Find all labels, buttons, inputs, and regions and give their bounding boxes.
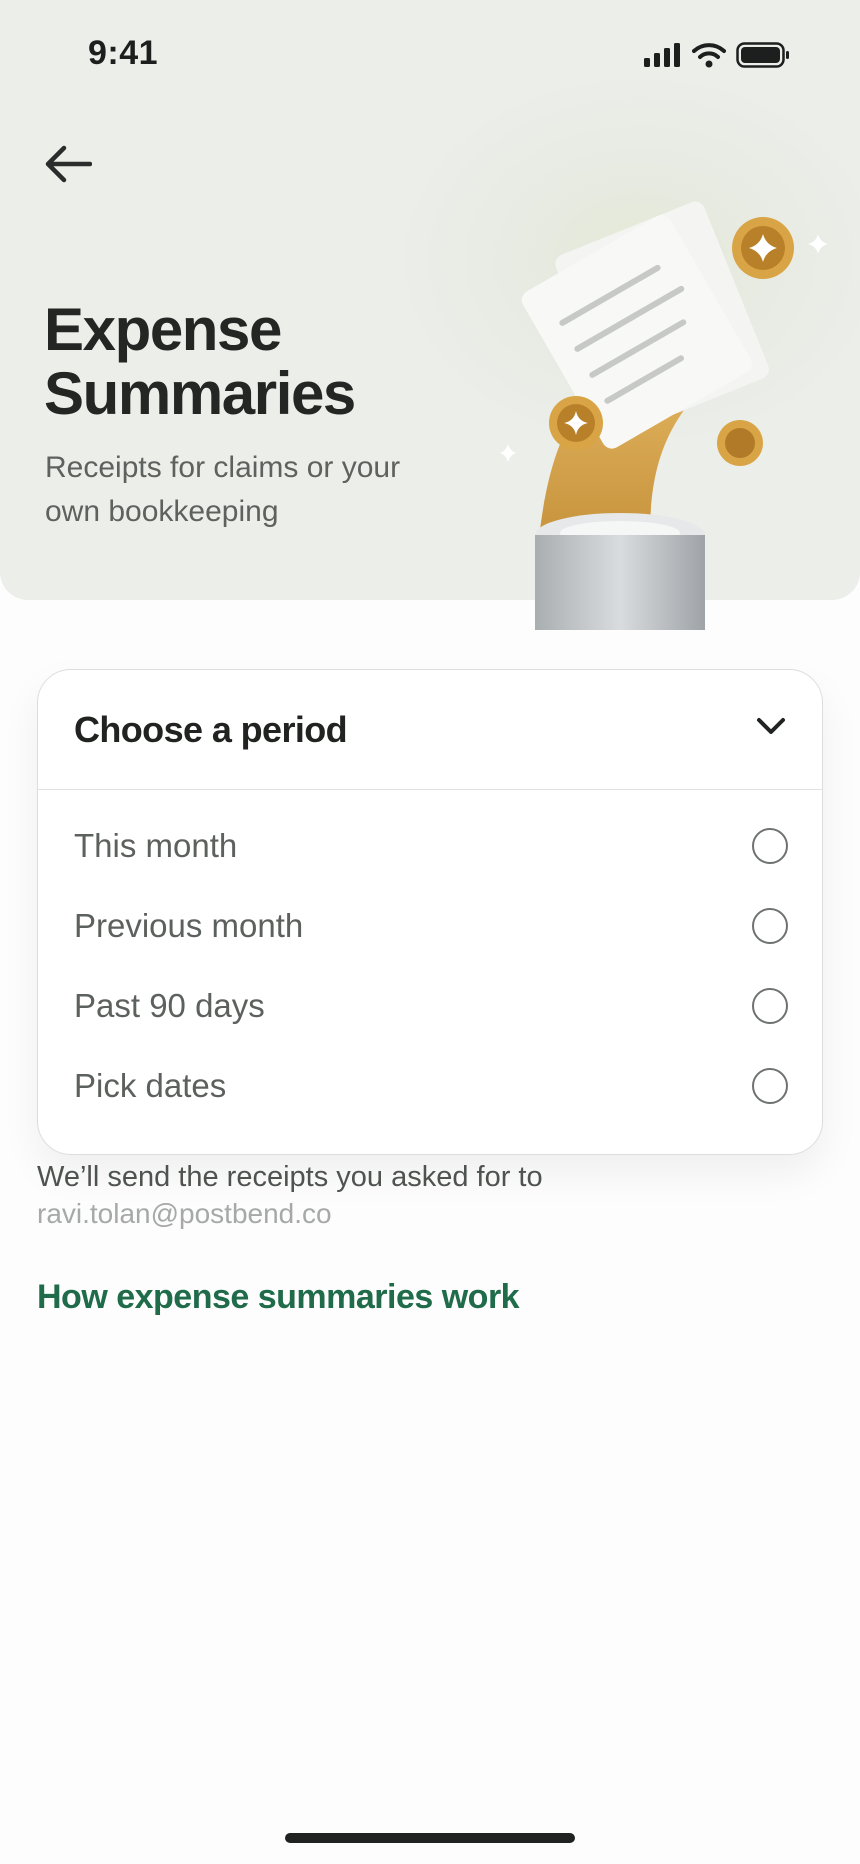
page-title-line2: Summaries: [44, 360, 356, 427]
battery-icon: [736, 42, 789, 68]
chevron-down-icon: [757, 718, 785, 734]
period-option-label: Past 90 days: [74, 987, 265, 1024]
radio-button[interactable]: [752, 908, 788, 944]
cellular-signal-icon: [644, 43, 680, 67]
receipts-illustration-icon: [500, 201, 828, 630]
radio-button[interactable]: [752, 988, 788, 1024]
period-option-label: Pick dates: [74, 1067, 227, 1104]
period-picker-header[interactable]: Choose a period: [38, 670, 822, 790]
period-picker-title: Choose a period: [74, 708, 348, 750]
period-option-this-month[interactable]: This month: [38, 806, 822, 886]
delivery-note: We’ll send the receipts you asked for to: [37, 1161, 543, 1193]
radio-button[interactable]: [752, 828, 788, 864]
back-arrow-icon: [45, 145, 92, 183]
page-title: Expense Summaries: [44, 298, 484, 426]
delivery-email: ravi.tolan@postbend.co: [37, 1198, 332, 1229]
screen: 9:41 Expense Summaries Receipts for clai…: [0, 0, 860, 1864]
period-option-previous-month[interactable]: Previous month: [38, 886, 822, 966]
header-banner: 9:41 Expense Summaries Receipts for clai…: [0, 0, 860, 630]
status-bar: 9:41: [0, 0, 860, 100]
page-title-line1: Expense: [44, 296, 282, 363]
period-picker-card: Choose a period This month Previous mont…: [37, 669, 823, 1155]
status-time: 9:41: [88, 34, 159, 72]
period-option-label: This month: [74, 827, 238, 864]
how-it-works-link[interactable]: How expense summaries work: [37, 1278, 520, 1317]
period-option-pick-dates[interactable]: Pick dates: [38, 1046, 822, 1126]
back-button[interactable]: [38, 138, 98, 190]
page-subtitle: Receipts for claims or your own bookkeep…: [45, 451, 401, 528]
status-icons: [644, 42, 790, 68]
period-option-past-90-days[interactable]: Past 90 days: [38, 966, 822, 1046]
radio-button[interactable]: [752, 1068, 788, 1104]
home-indicator[interactable]: [285, 1833, 575, 1843]
period-option-label: Previous month: [74, 907, 304, 944]
wifi-icon: [692, 43, 726, 68]
period-options: This month Previous month Past 90 days P…: [38, 790, 822, 1126]
